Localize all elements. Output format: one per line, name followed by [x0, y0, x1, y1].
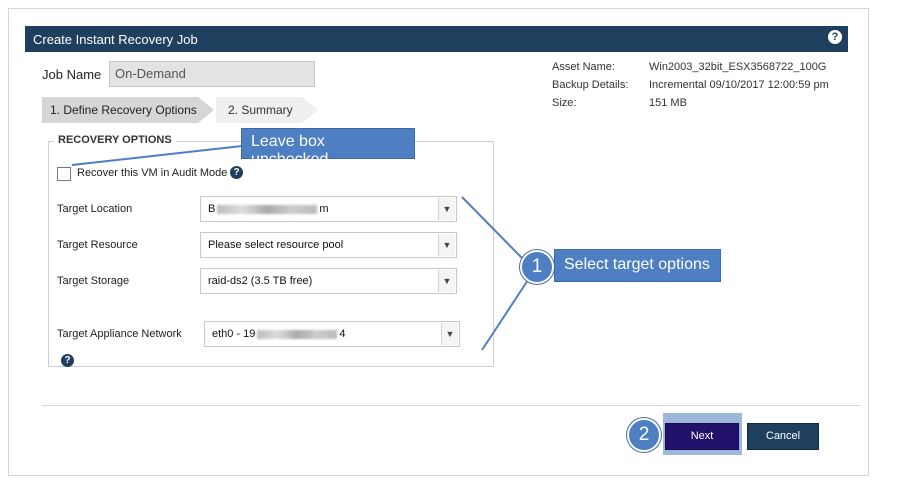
callout-line-location [461, 196, 523, 259]
select-target-callout: Select target options [554, 249, 721, 282]
callout-line-network [481, 279, 529, 351]
callout-lines [71, 145, 529, 351]
step-badge-2: 2 [627, 418, 661, 452]
leave-box-callout: Leave box unchecked [241, 128, 415, 168]
callout-line-checkbox [71, 145, 243, 166]
step-badge-1: 1 [520, 250, 554, 284]
